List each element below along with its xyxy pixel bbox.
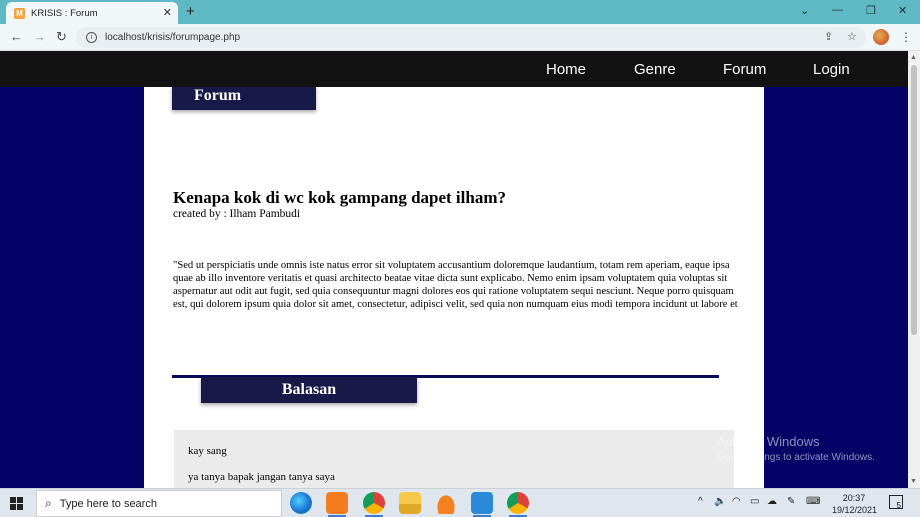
- clock-time: 20:37: [842, 493, 866, 503]
- network-icon[interactable]: ◠: [732, 496, 741, 507]
- notification-center-icon[interactable]: 5: [889, 495, 903, 510]
- scroll-thumb[interactable]: [911, 65, 917, 335]
- pen-icon[interactable]: ✎: [787, 496, 795, 507]
- volume-icon[interactable]: 🔈: [714, 496, 726, 507]
- new-tab-icon[interactable]: +: [186, 3, 195, 20]
- nav-login-link[interactable]: Login: [813, 61, 850, 78]
- address-toolbar: ← → ↻ i localhost/krisis/forumpage.php ⇪…: [0, 24, 920, 51]
- site-info-icon[interactable]: i: [86, 32, 97, 43]
- nav-genre-link[interactable]: Genre: [634, 61, 676, 78]
- tray-overflow-icon[interactable]: ^: [698, 496, 703, 507]
- search-placeholder: Type here to search: [59, 497, 157, 510]
- battery-icon[interactable]: ▭: [750, 496, 759, 507]
- chrome-profile-icon[interactable]: [507, 492, 529, 517]
- watermark-line-1: Activate Windows: [717, 434, 820, 449]
- minimize-icon[interactable]: —: [832, 4, 843, 16]
- restore-icon[interactable]: ❐: [866, 4, 876, 17]
- post-author: created by : Ilham Pambudi: [173, 208, 301, 220]
- reply-item: kay sang: [188, 445, 227, 457]
- forum-card: Forum Kenapa kok di wc kok gampang dapet…: [144, 87, 764, 488]
- scroll-down-icon[interactable]: ▼: [910, 478, 917, 485]
- windows-start-icon[interactable]: [10, 497, 23, 510]
- nav-home-link[interactable]: Home: [546, 61, 586, 78]
- replies-list: kay sang ya tanya bapak jangan tanya say…: [174, 430, 734, 488]
- page-background: Forum Kenapa kok di wc kok gampang dapet…: [0, 87, 908, 488]
- browser-tab[interactable]: M KRISIS : Forum ✕: [6, 2, 178, 24]
- taskbar-clock[interactable]: 20:37 19/12/2021: [832, 492, 878, 516]
- chrome-icon[interactable]: [363, 492, 385, 517]
- nav-forum-link[interactable]: Forum: [723, 61, 766, 78]
- file-explorer-icon[interactable]: [399, 492, 421, 514]
- post-title: Kenapa kok di wc kok gampang dapet ilham…: [173, 188, 506, 207]
- window-close-icon[interactable]: ✕: [898, 4, 907, 17]
- bookmark-star-icon[interactable]: ☆: [847, 30, 857, 43]
- site-navbar: Home Genre Forum Login: [0, 51, 908, 87]
- search-icon: ⌕: [45, 496, 52, 510]
- profile-avatar[interactable]: [873, 29, 889, 45]
- back-icon[interactable]: ←: [10, 29, 23, 44]
- post-body: "Sed ut perspiciatis unde omnis iste nat…: [173, 260, 738, 310]
- taskbar-search-input[interactable]: ⌕ Type here to search: [36, 490, 282, 517]
- forum-badge: Forum: [172, 87, 316, 110]
- windows-taskbar: ⌕ Type here to search ^ 🔈 ◠ ▭ ☁ ✎ ⌨ 20:3…: [0, 488, 920, 517]
- keyboard-icon[interactable]: ⌨: [806, 496, 820, 507]
- forward-icon[interactable]: →: [33, 29, 46, 44]
- tab-search-icon[interactable]: ⌄: [800, 4, 809, 17]
- watermark-line-2: Go to Settings to activate Windows.: [717, 452, 875, 463]
- xampp-favicon-icon: M: [14, 7, 25, 19]
- tab-close-icon[interactable]: ✕: [163, 6, 172, 19]
- activate-windows-watermark: Activate Windows Go to Settings to activ…: [717, 434, 875, 463]
- url-bar[interactable]: i localhost/krisis/forumpage.php ⇪ ☆: [76, 27, 866, 48]
- xampp-icon[interactable]: [326, 492, 348, 517]
- browser-tab-bar: M KRISIS : Forum ✕ + ⌄ — ❐ ✕: [0, 0, 920, 24]
- scroll-up-icon[interactable]: ▲: [910, 54, 917, 61]
- share-icon[interactable]: ⇪: [824, 30, 833, 43]
- onedrive-icon[interactable]: ☁: [767, 496, 777, 507]
- reply-item: ya tanya bapak jangan tanya saya: [188, 471, 335, 483]
- replies-badge: Balasan: [201, 377, 417, 403]
- tab-title: KRISIS : Forum: [31, 7, 98, 19]
- page-scrollbar[interactable]: ▲ ▼: [908, 51, 920, 488]
- cloudflare-icon[interactable]: [435, 492, 457, 514]
- reload-icon[interactable]: ↻: [56, 29, 67, 45]
- clock-date: 19/12/2021: [832, 505, 878, 515]
- browser-menu-icon[interactable]: ⋮: [900, 30, 912, 44]
- edge-icon[interactable]: [290, 492, 312, 514]
- notification-count: 5: [896, 501, 901, 510]
- vscode-icon[interactable]: [471, 492, 493, 517]
- url-text: localhost/krisis/forumpage.php: [105, 32, 241, 43]
